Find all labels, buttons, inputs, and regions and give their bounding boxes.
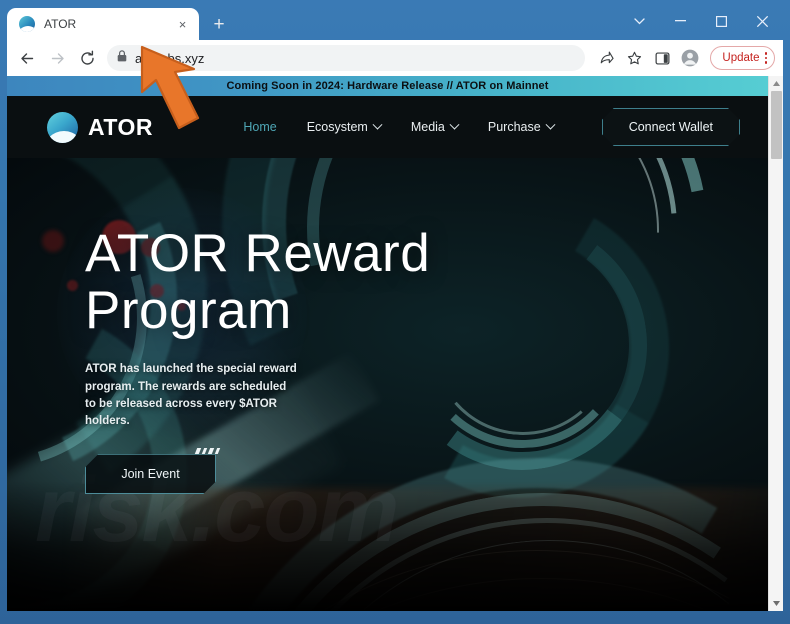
page-viewport: Coming Soon in 2024: Hardware Release //… <box>7 76 783 611</box>
nav-label-home: Home <box>243 120 277 134</box>
close-button[interactable] <box>742 8 783 34</box>
minimize-button[interactable] <box>660 8 701 34</box>
url-text: atorlabs.xyz <box>135 50 205 66</box>
kebab-menu-icon[interactable] <box>764 52 767 64</box>
new-tab-button[interactable]: + <box>205 10 233 38</box>
nav-item-home[interactable]: Home <box>243 120 276 134</box>
hero-section: risk.com ATOR Reward Program ATOR has la… <box>7 158 768 611</box>
scroll-down-button[interactable] <box>769 596 784 611</box>
ator-wave-logo-icon <box>47 111 78 143</box>
update-button[interactable]: Update <box>710 46 775 70</box>
page-scrollbar[interactable] <box>768 76 783 611</box>
chevron-down-icon <box>545 119 556 130</box>
side-panel-icon[interactable] <box>649 45 675 71</box>
close-icon[interactable]: × <box>174 16 191 33</box>
scroll-up-button[interactable] <box>769 76 784 91</box>
browser-toolbar: atorlabs.xyz Update <box>7 40 783 76</box>
tick-marks-decoration <box>194 448 221 455</box>
site-navigation: Home Ecosystem Media Purchase Connect Wa… <box>243 108 740 146</box>
maximize-button[interactable] <box>701 8 742 34</box>
hero-description: ATOR has launched the special reward pro… <box>85 363 297 428</box>
hero-title-line2: Program <box>85 280 292 340</box>
nav-label-ecosystem: Ecosystem <box>306 120 368 134</box>
update-label: Update <box>722 52 760 64</box>
join-event-button[interactable]: Join Event <box>85 454 216 494</box>
tab-search-icon[interactable] <box>619 8 660 34</box>
nav-item-ecosystem[interactable]: Ecosystem <box>306 119 383 134</box>
brand-logo[interactable]: ATOR <box>47 111 154 143</box>
reload-button[interactable] <box>73 44 101 72</box>
tab-strip: ATOR × + <box>7 6 783 40</box>
hero-title-line1: ATOR Reward <box>85 224 431 283</box>
nav-label-purchase: Purchase <box>487 120 541 134</box>
nav-item-media[interactable]: Media <box>410 119 460 134</box>
address-bar[interactable]: atorlabs.xyz <box>107 45 586 71</box>
site-header: ATOR Home Ecosystem Media Purchase Conne… <box>7 96 768 158</box>
nav-label-media: Media <box>410 120 445 134</box>
chevron-down-icon <box>372 119 383 130</box>
back-button[interactable] <box>13 44 41 72</box>
tab-title: ATOR <box>44 17 77 31</box>
connect-wallet-button[interactable]: Connect Wallet <box>602 108 740 146</box>
join-event-wrapper: Join Event <box>85 448 221 494</box>
lock-icon <box>117 49 127 67</box>
window-controls <box>619 8 783 34</box>
scrollbar-thumb[interactable] <box>770 91 782 159</box>
brand-name: ATOR <box>88 113 154 140</box>
profile-avatar-icon[interactable] <box>677 45 703 71</box>
announcement-bar[interactable]: Coming Soon in 2024: Hardware Release //… <box>7 76 768 96</box>
forward-button[interactable] <box>43 44 71 72</box>
hero-content: ATOR Reward Program ATOR has launched th… <box>85 224 505 494</box>
ator-logo-favicon <box>19 16 35 32</box>
page-title: ATOR Reward Program <box>85 224 505 340</box>
announcement-text: Coming Soon in 2024: Hardware Release //… <box>226 80 549 92</box>
web-page: Coming Soon in 2024: Hardware Release //… <box>7 76 768 611</box>
browser-tab[interactable]: ATOR × <box>7 8 199 40</box>
browser-window: ATOR × + atorlabs.xyz Update Coming Soon… <box>0 0 790 624</box>
bookmark-star-icon[interactable] <box>621 45 647 71</box>
share-icon[interactable] <box>593 45 619 71</box>
nav-item-purchase[interactable]: Purchase <box>487 119 556 134</box>
chevron-down-icon <box>449 119 460 130</box>
